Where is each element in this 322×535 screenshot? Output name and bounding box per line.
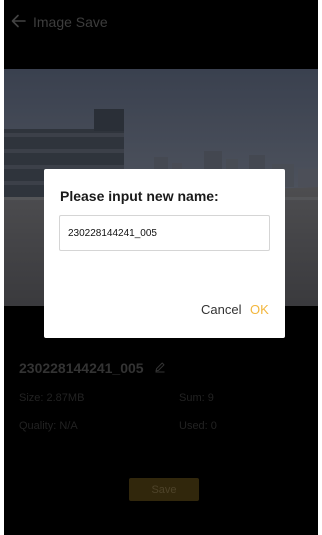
new-name-input[interactable] xyxy=(59,215,270,251)
dialog-title: Please input new name: xyxy=(60,188,219,204)
rename-dialog: Please input new name: Cancel OK xyxy=(44,169,285,338)
ok-button[interactable]: OK xyxy=(250,302,269,317)
cancel-button[interactable]: Cancel xyxy=(201,302,241,317)
